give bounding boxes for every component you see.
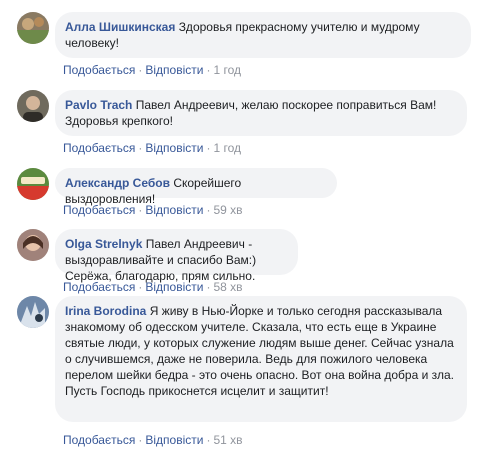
- avatar-image-icon: [17, 168, 49, 200]
- avatar-image-icon: [17, 229, 49, 261]
- comment-author[interactable]: Olga Strelnyk: [65, 237, 142, 251]
- comment-actions: Подобається · Відповісти · 59 хв: [63, 202, 243, 218]
- comment-bubble: Алла Шишкинская Здоровья прекрасному учи…: [55, 12, 471, 58]
- separator-dot: ·: [206, 433, 211, 447]
- reply-link[interactable]: Відповісти: [145, 280, 203, 294]
- like-link[interactable]: Подобається: [63, 203, 135, 217]
- avatar[interactable]: [17, 168, 49, 200]
- avatar[interactable]: [17, 296, 49, 328]
- comment-author[interactable]: Pavlo Trach: [65, 98, 132, 112]
- separator-dot: ·: [138, 203, 143, 217]
- avatar-image-icon: [17, 296, 49, 328]
- separator-dot: ·: [206, 63, 211, 77]
- like-link[interactable]: Подобається: [63, 433, 135, 447]
- comment-time[interactable]: 1 год: [213, 63, 241, 77]
- comment-time[interactable]: 58 хв: [213, 280, 242, 294]
- comments-list: Алла Шишкинская Здоровья прекрасному учи…: [0, 0, 500, 454]
- separator-dot: ·: [138, 63, 143, 77]
- separator-dot: ·: [138, 280, 143, 294]
- avatar[interactable]: [17, 90, 49, 122]
- separator-dot: ·: [206, 203, 211, 217]
- comment-actions: Подобається · Відповісти · 51 хв: [63, 432, 243, 448]
- comment-bubble: Александр Себов Скорейшего выздоровления…: [55, 168, 337, 206]
- avatar-image-icon: [17, 12, 49, 44]
- avatar[interactable]: [17, 12, 49, 44]
- comment-actions: Подобається · Відповісти · 1 год: [63, 140, 241, 156]
- like-link[interactable]: Подобається: [63, 141, 135, 155]
- comment-author[interactable]: Алла Шишкинская: [65, 20, 175, 34]
- reply-link[interactable]: Відповісти: [145, 141, 203, 155]
- avatar[interactable]: [17, 229, 49, 261]
- comment-bubble: Irina Borodina Я живу в Нью-Йорке и толь…: [55, 296, 467, 422]
- reply-link[interactable]: Відповісти: [145, 203, 203, 217]
- reply-link[interactable]: Відповісти: [145, 433, 203, 447]
- comment-time[interactable]: 59 хв: [213, 203, 242, 217]
- separator-dot: ·: [206, 280, 211, 294]
- separator-dot: ·: [206, 141, 211, 155]
- avatar-image-icon: [17, 90, 49, 122]
- comment-actions: Подобається · Відповісти · 58 хв: [63, 279, 243, 295]
- comment-bubble: Olga Strelnyk Павел Андреевич - выздорав…: [55, 229, 298, 283]
- separator-dot: ·: [138, 433, 143, 447]
- comment-text: Я живу в Нью-Йорке и только сегодня расс…: [65, 304, 455, 398]
- separator-dot: ·: [138, 141, 143, 155]
- comment-author[interactable]: Irina Borodina: [65, 304, 146, 318]
- comment-author[interactable]: Александр Себов: [65, 176, 170, 190]
- reply-link[interactable]: Відповісти: [145, 63, 203, 77]
- like-link[interactable]: Подобається: [63, 280, 135, 294]
- comment-time[interactable]: 1 год: [213, 141, 241, 155]
- comment-bubble: Pavlo Trach Павел Андреевич, желаю поско…: [55, 90, 467, 136]
- comment-actions: Подобається · Відповісти · 1 год: [63, 62, 241, 78]
- like-link[interactable]: Подобається: [63, 63, 135, 77]
- comment-time[interactable]: 51 хв: [213, 433, 242, 447]
